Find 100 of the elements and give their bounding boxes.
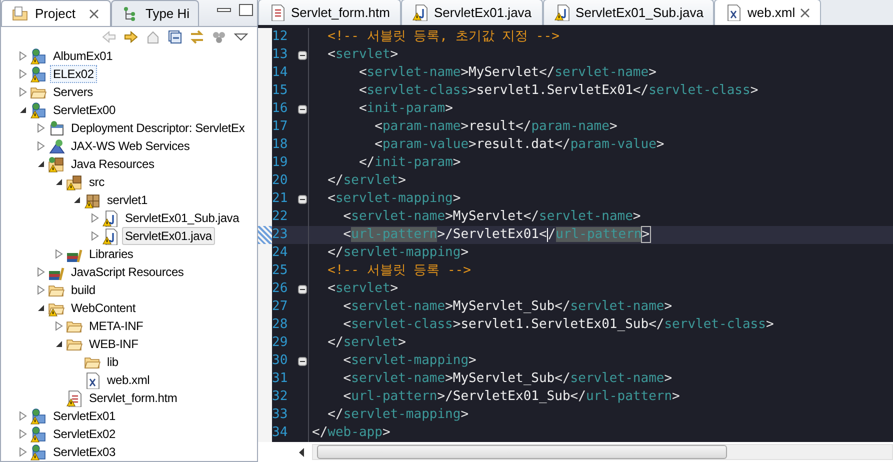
line-number: 20 <box>272 172 289 190</box>
view-tab[interactable]: Project <box>1 0 112 26</box>
line-number: 23 <box>272 226 289 244</box>
tree-item[interactable]: servlet1 <box>104 191 150 209</box>
line-number: 34 <box>272 424 289 442</box>
fold-minus-icon[interactable] <box>298 356 307 366</box>
code-line: <servlet-name>MyServlet_Sub</servlet-name> <box>342 298 672 316</box>
editor-tab[interactable]: web.xml <box>714 0 822 25</box>
collapsed-arrow-icon[interactable] <box>18 447 26 457</box>
collapsed-arrow-icon[interactable] <box>18 69 26 79</box>
line-number: 26 <box>272 280 289 298</box>
fold-minus-icon[interactable] <box>298 104 307 114</box>
minimize-button[interactable] <box>217 8 231 12</box>
code-line: <servlet-name>MyServlet</servlet-name> <box>342 208 641 226</box>
fold-minus-icon[interactable] <box>298 194 307 204</box>
close-icon <box>800 8 810 18</box>
code-line: <servlet> <box>326 280 398 298</box>
tree-item[interactable]: Deployment Descriptor: ServletEx <box>68 119 248 137</box>
tree-item[interactable]: Servlet_form.htm <box>86 389 180 407</box>
close-icon <box>89 8 100 18</box>
scroll-left-icon[interactable] <box>298 448 306 456</box>
tree-item[interactable]: src <box>86 173 108 191</box>
code-line: <servlet-mapping> <box>342 352 476 370</box>
line-number: 31 <box>272 370 289 388</box>
code-line: <servlet-name>MyServlet_Sub</servlet-name> <box>342 370 672 388</box>
line-number: 25 <box>272 262 289 280</box>
collapsed-arrow-icon[interactable] <box>36 267 44 277</box>
code-line: <!-- 서블릿 등록, 초기값 지정 --> <box>326 28 560 46</box>
expanded-arrow-icon[interactable] <box>54 340 62 348</box>
back-arrow-icon[interactable] <box>101 28 117 44</box>
tree-item[interactable]: ServletEx01.java <box>122 227 215 245</box>
tree-item[interactable]: WebContent <box>68 299 138 317</box>
project-folder-icon <box>12 6 28 22</box>
tree-item[interactable]: WEB-INF <box>86 335 142 353</box>
code-line: <url-pattern>/ServletEx01</url-pattern> <box>342 226 650 244</box>
fold-minus-icon[interactable] <box>298 284 307 294</box>
tree-item[interactable]: ELEx02 <box>50 65 97 83</box>
tree-item[interactable]: ServletEx00 <box>50 101 118 119</box>
tree-item[interactable]: Servers <box>50 83 96 101</box>
collapsed-arrow-icon[interactable] <box>54 249 62 259</box>
maximize-button[interactable] <box>239 4 253 16</box>
code-line: </servlet-mapping> <box>326 406 469 424</box>
line-number: 29 <box>272 334 289 352</box>
collapsed-arrow-icon[interactable] <box>18 87 26 97</box>
expanded-arrow-icon[interactable] <box>18 106 26 114</box>
editor-tab[interactable]: Servlet_form.htm <box>258 0 401 25</box>
collapsed-arrow-icon[interactable] <box>18 411 26 421</box>
tree-item[interactable]: ServletEx03 <box>50 443 118 461</box>
line-number: 16 <box>272 100 289 118</box>
view-tab[interactable]: Type Hi <box>111 0 199 26</box>
code-line: </servlet> <box>326 334 406 352</box>
horizontal-scrollbar[interactable] <box>312 444 893 460</box>
tree-item[interactable]: META-INF <box>86 317 146 335</box>
tree-item[interactable]: ServletEx01_Sub.java <box>122 209 242 227</box>
line-number: 28 <box>272 316 289 334</box>
tree-item[interactable]: JAX-WS Web Services <box>68 137 193 155</box>
expanded-arrow-icon[interactable] <box>54 178 62 186</box>
collapsed-arrow-icon[interactable] <box>36 141 44 151</box>
tree-item[interactable]: Java Resources <box>68 155 158 173</box>
tree-item[interactable]: web.xml <box>104 371 153 389</box>
collapsed-arrow-icon[interactable] <box>36 285 44 295</box>
tree-item[interactable]: AlbumEx01 <box>50 47 116 65</box>
editor-tab[interactable]: ServletEx01.java <box>400 0 543 25</box>
collapsed-arrow-icon[interactable] <box>54 321 62 331</box>
fold-minus-icon[interactable] <box>298 50 307 60</box>
code-line: <servlet-class>servlet1.ServletEx01</servlet-class> <box>358 82 758 100</box>
code-line: </servlet-mapping> <box>326 244 469 262</box>
expanded-arrow-icon[interactable] <box>36 160 44 168</box>
code-line: <servlet-mapping> <box>326 190 461 208</box>
code-line: <init-param> <box>358 100 453 118</box>
line-number: 22 <box>272 208 289 226</box>
line-number: 14 <box>272 64 289 82</box>
line-number: 32 <box>272 388 289 406</box>
link-arrows-icon[interactable] <box>189 28 205 44</box>
collapse-all-icon[interactable] <box>167 28 183 44</box>
tree-item[interactable]: build <box>68 281 98 299</box>
editor-tab[interactable]: ServletEx01_Sub.java <box>542 0 714 25</box>
line-number: 33 <box>272 406 289 424</box>
line-number: 24 <box>272 244 289 262</box>
expanded-arrow-icon[interactable] <box>72 196 80 204</box>
tree-item[interactable]: lib <box>104 353 122 371</box>
code-line: </init-param> <box>358 154 461 172</box>
line-number: 13 <box>272 46 289 64</box>
line-number: 21 <box>272 190 289 208</box>
expanded-arrow-icon[interactable] <box>36 304 44 312</box>
collapsed-arrow-icon[interactable] <box>90 213 98 223</box>
line-number: 18 <box>272 136 289 154</box>
collapsed-arrow-icon[interactable] <box>90 231 98 241</box>
collapsed-arrow-icon[interactable] <box>18 429 26 439</box>
code-line: </servlet> <box>326 172 406 190</box>
line-number: 30 <box>272 352 289 370</box>
tree-item[interactable]: JavaScript Resources <box>68 263 187 281</box>
collapsed-arrow-icon[interactable] <box>18 51 26 61</box>
collapsed-arrow-icon[interactable] <box>36 123 44 133</box>
tree-item[interactable]: ServletEx01 <box>50 407 118 425</box>
code-line: <param-value>result.dat</param-value> <box>374 136 664 154</box>
code-line: <servlet> <box>326 46 398 64</box>
tree-item[interactable]: ServletEx02 <box>50 425 118 443</box>
forward-arrow-icon[interactable] <box>123 28 139 44</box>
tree-item[interactable]: Libraries <box>86 245 136 263</box>
